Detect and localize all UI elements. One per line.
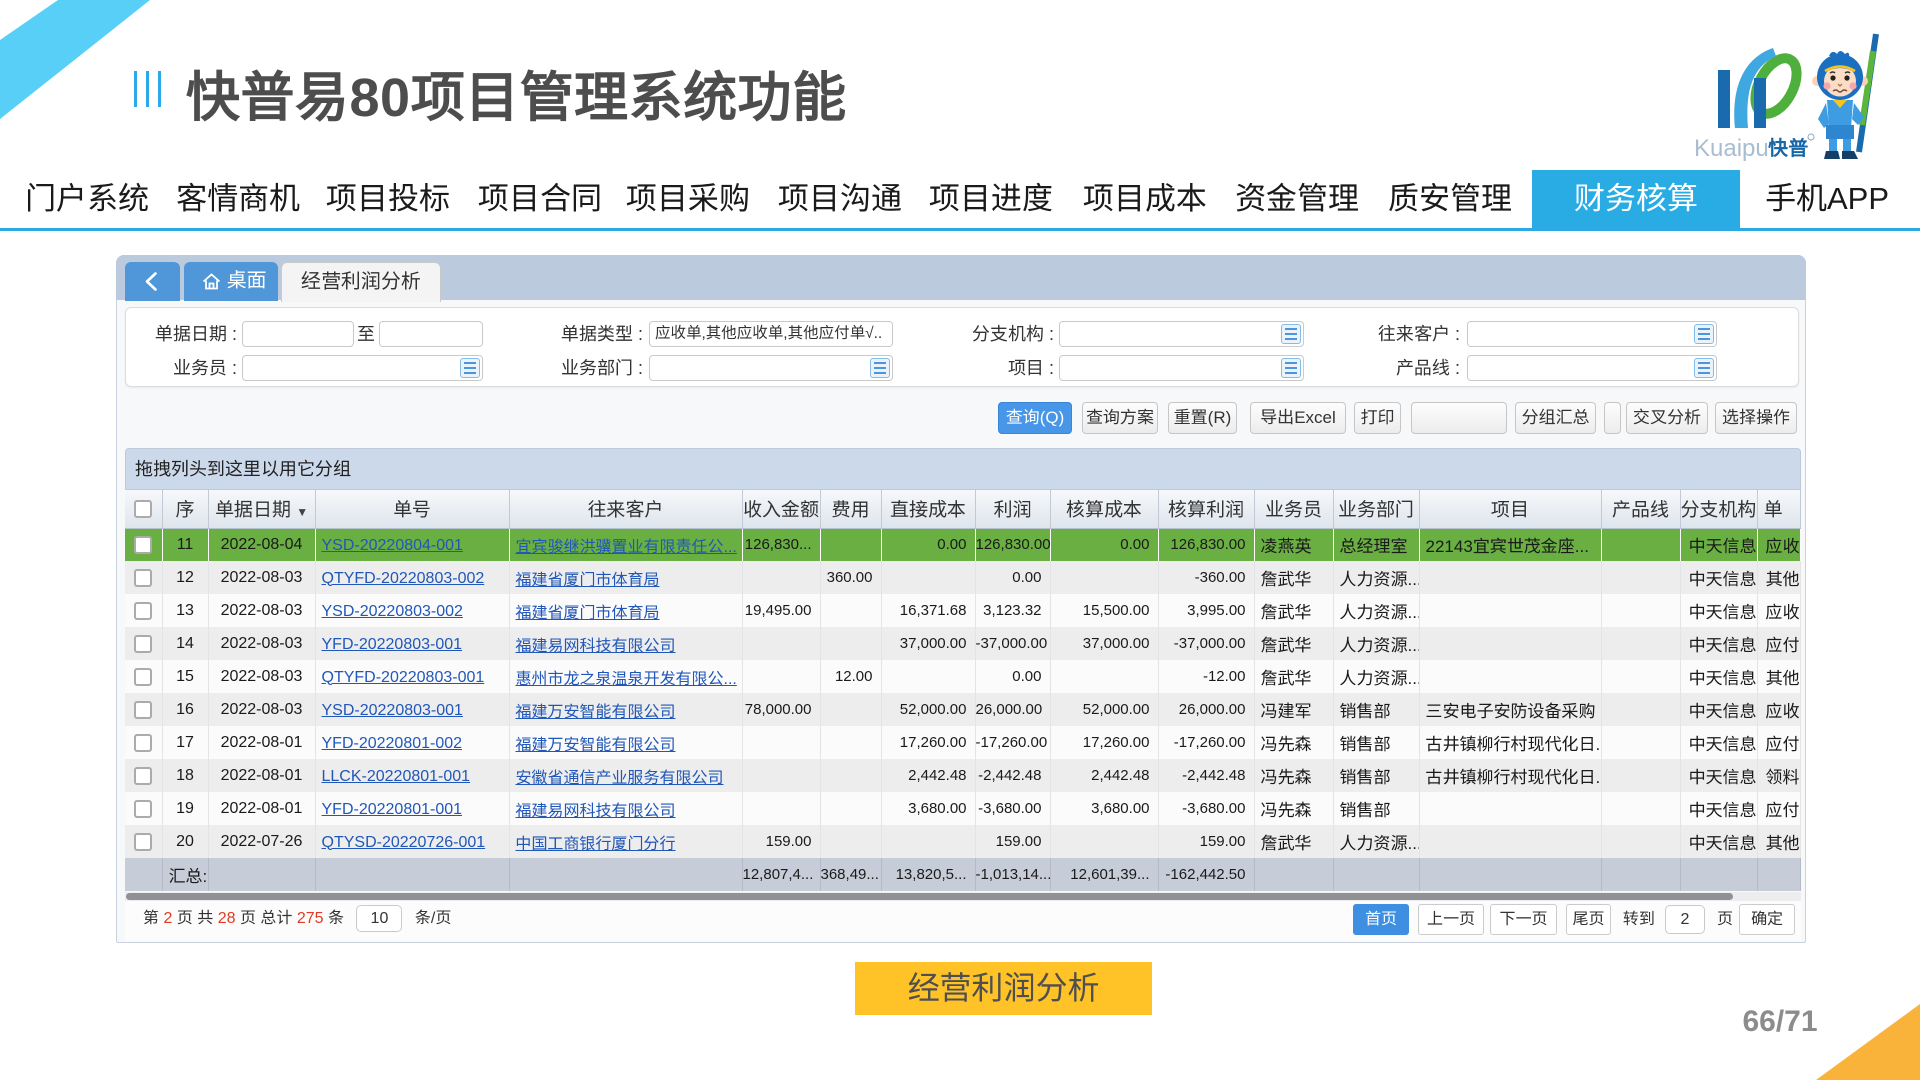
svg-text:Kuaipu: Kuaipu [1694, 135, 1769, 162]
svg-text:快普: 快普 [1768, 132, 1808, 161]
